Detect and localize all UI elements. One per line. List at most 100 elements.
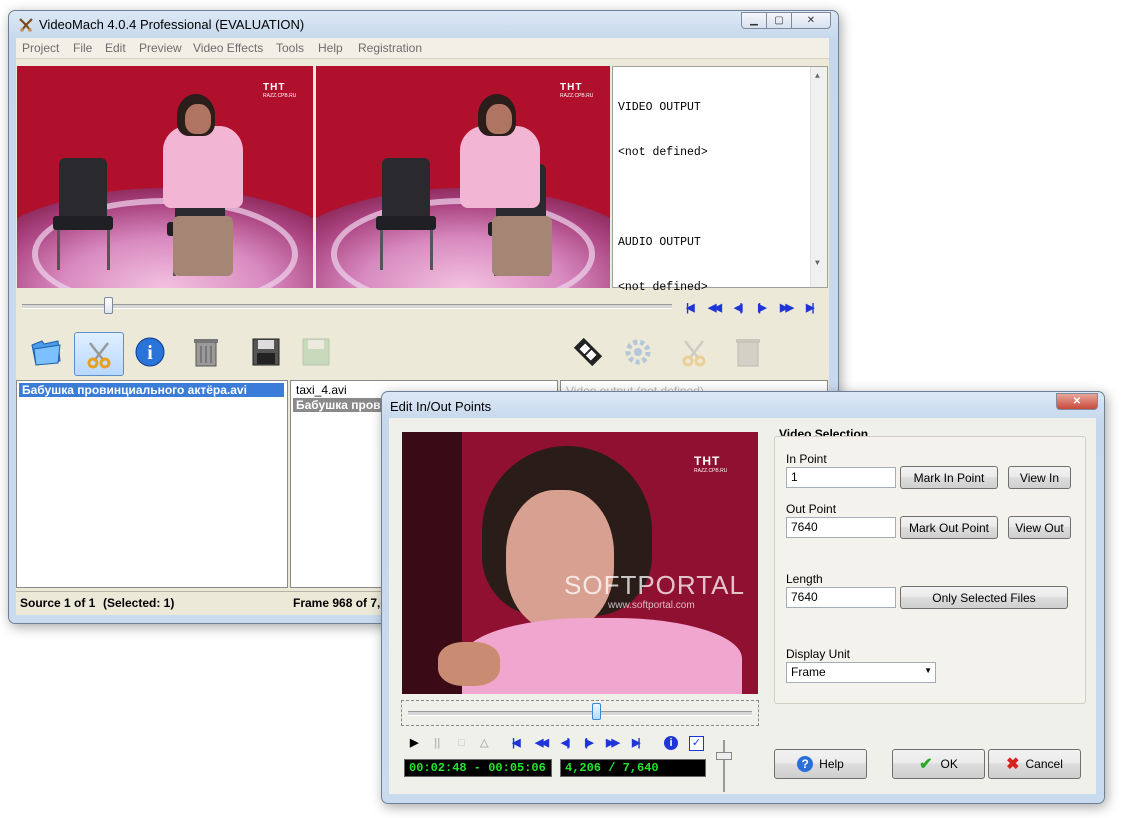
checkmark-icon: ✔ <box>919 756 933 773</box>
output-info-box[interactable]: VIDEO OUTPUT <not defined> AUDIO OUTPUT … <box>612 66 828 294</box>
out-point-label: Out Point <box>786 502 837 516</box>
close-button[interactable]: ✕ <box>791 12 831 29</box>
scroll-up-icon[interactable]: ▲ <box>815 69 820 84</box>
pause-icon[interactable]: || <box>434 737 440 749</box>
display-unit-select[interactable]: Frame ▼ <box>786 662 936 683</box>
dialog-channel-logo: ТНТ RAZZ.CPB.RU <box>694 454 728 474</box>
fast-forward-icon[interactable]: ▶▶ <box>780 302 794 314</box>
minimize-button[interactable]: ▁ <box>741 12 767 29</box>
time-counter: 00:02:48 - 00:05:06 <box>404 759 552 777</box>
first-frame-icon[interactable]: |◀ <box>686 302 694 314</box>
menu-video-effects[interactable]: Video Effects <box>193 41 263 55</box>
chair-leg <box>380 230 383 270</box>
man-hand <box>438 642 500 686</box>
dlg-fast-forward-icon[interactable]: ▶▶ <box>606 737 620 749</box>
menu-tools[interactable]: Tools <box>276 41 304 55</box>
view-out-button[interactable]: View Out <box>1008 516 1071 539</box>
ok-button[interactable]: ✔ OK <box>892 749 985 779</box>
person-face <box>486 104 512 134</box>
display-unit-label: Display Unit <box>786 647 851 661</box>
main-seek-thumb[interactable] <box>104 297 113 314</box>
dlg-info-icon[interactable]: i <box>664 736 678 750</box>
status-frame: Frame 968 of 7,64 <box>293 596 394 610</box>
gear-icon <box>620 334 656 370</box>
menu-file[interactable]: File <box>73 41 92 55</box>
dialog-seek-track[interactable] <box>408 711 752 716</box>
stop-icon[interactable]: □ <box>458 737 465 749</box>
preview-checkbox[interactable]: ✓ <box>689 736 704 751</box>
menu-registration[interactable]: Registration <box>358 41 422 55</box>
video-output-heading: VIDEO OUTPUT <box>618 101 701 114</box>
man-face <box>506 490 614 630</box>
save-disk-icon[interactable] <box>248 334 284 370</box>
save-disabled-icon <box>298 334 334 370</box>
left-chair <box>59 158 107 222</box>
main-seek-track[interactable] <box>22 304 672 309</box>
source-list-item[interactable]: Бабушка провинциального актёра.avi <box>19 383 284 397</box>
view-in-button[interactable]: View In <box>1008 466 1071 489</box>
display-unit-value: Frame <box>791 665 826 679</box>
eject-icon[interactable]: △ <box>480 737 488 749</box>
video-output-value: <not defined> <box>618 146 708 159</box>
channel-logo: ТНТ RAZZ.CPB.RU <box>560 82 594 99</box>
trash-icon[interactable] <box>188 334 224 370</box>
dlg-first-frame-icon[interactable]: |◀ <box>512 737 520 749</box>
frame-counter: 4,206 / 7,640 <box>560 759 706 777</box>
dialog-video-frame: ТНТ RAZZ.CPB.RU SOFTPORTAL www.softportal… <box>402 432 758 694</box>
only-selected-files-button[interactable]: Only Selected Files <box>900 586 1068 609</box>
softportal-watermark: SOFTPORTAL <box>564 570 745 600</box>
left-chair-seat <box>376 216 436 230</box>
cancel-button[interactable]: ✖ Cancel <box>988 749 1081 779</box>
audio-output-value: <not defined> <box>618 281 708 294</box>
menu-project[interactable]: Project <box>22 41 59 55</box>
main-titlebar[interactable]: VideoMach 4.0.4 Professional (EVALUATION… <box>9 11 838 37</box>
channel-logo: ТНТ RAZZ.CPB.RU <box>263 82 297 99</box>
chair-leg <box>430 230 433 270</box>
volume-knob-icon[interactable] <box>716 740 732 792</box>
menu-bar: Project File Edit Preview Video Effects … <box>16 38 829 59</box>
out-point-field[interactable]: 7640 <box>786 517 896 538</box>
dlg-last-frame-icon[interactable]: ▶| <box>632 737 640 749</box>
person-legs <box>492 216 552 276</box>
dialog-titlebar[interactable]: Edit In/Out Points ✕ <box>382 392 1104 418</box>
menu-preview[interactable]: Preview <box>139 41 182 55</box>
mark-out-point-button[interactable]: Mark Out Point <box>900 516 998 539</box>
trash-disabled-icon <box>730 334 766 370</box>
mark-in-point-button[interactable]: Mark In Point <box>900 466 998 489</box>
dlg-next-frame-icon[interactable]: |▶ <box>585 737 593 749</box>
dialog-close-button[interactable]: ✕ <box>1056 393 1098 410</box>
cancel-x-icon: ✖ <box>1006 756 1020 773</box>
last-frame-icon[interactable]: ▶| <box>806 302 814 314</box>
scissors-disabled-icon <box>676 334 712 370</box>
menu-help[interactable]: Help <box>318 41 343 55</box>
info-icon[interactable]: i <box>132 334 168 370</box>
dialog-seek-thumb[interactable] <box>592 703 601 720</box>
length-field[interactable]: 7640 <box>786 587 896 608</box>
film-strip-icon[interactable] <box>570 334 606 370</box>
help-button[interactable]: ? Help <box>774 749 867 779</box>
play-icon[interactable]: ▶ <box>410 737 418 749</box>
status-source: Source 1 of 1 <box>20 596 96 610</box>
output-scrollbar[interactable]: ▲ ▼ <box>810 67 827 287</box>
scissors-icon[interactable] <box>74 332 124 376</box>
dlg-rewind-icon[interactable]: ◀◀ <box>535 737 549 749</box>
dlg-prev-frame-icon[interactable]: ◀| <box>561 737 569 749</box>
person-torso <box>163 126 243 208</box>
source-list-panel[interactable]: Бабушка провинциального актёра.avi <box>16 380 288 588</box>
left-chair-seat <box>53 216 113 230</box>
chair-leg <box>57 230 60 270</box>
dropdown-arrow-icon[interactable]: ▼ <box>924 666 932 675</box>
in-point-field[interactable]: 1 <box>786 467 896 488</box>
rewind-icon[interactable]: ◀◀ <box>708 302 722 314</box>
audio-output-heading: AUDIO OUTPUT <box>618 236 701 249</box>
maximize-button[interactable]: ▢ <box>766 12 792 29</box>
open-folder-icon[interactable] <box>28 334 64 370</box>
scroll-down-icon[interactable]: ▼ <box>815 256 820 271</box>
person-face <box>185 104 211 134</box>
length-label: Length <box>786 572 823 586</box>
menu-edit[interactable]: Edit <box>105 41 126 55</box>
prev-frame-icon[interactable]: ◀| <box>734 302 742 314</box>
next-frame-icon[interactable]: |▶ <box>758 302 766 314</box>
in-point-label: In Point <box>786 452 827 466</box>
